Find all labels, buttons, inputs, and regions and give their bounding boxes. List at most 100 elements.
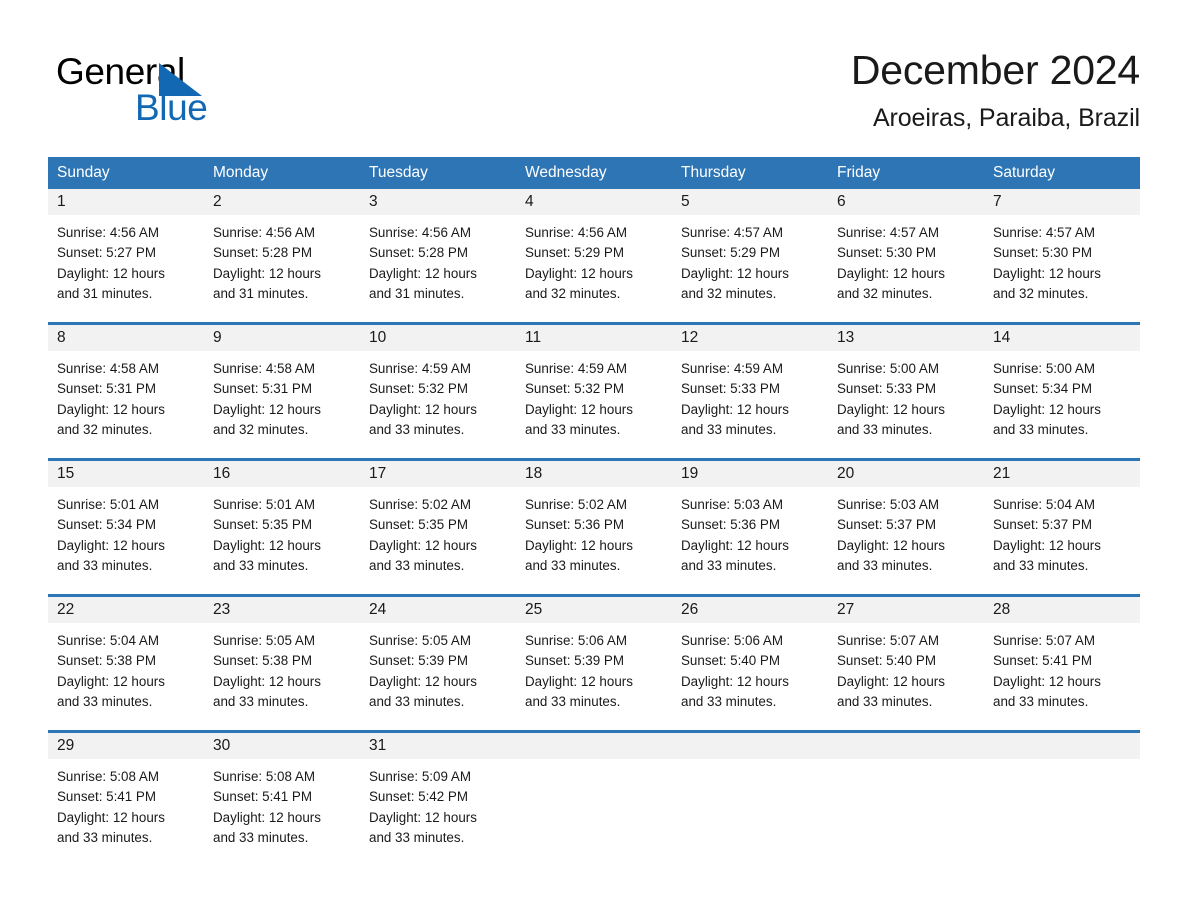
day-sunset-text: Sunset: 5:30 PM: [993, 245, 1092, 261]
day-sunset-text: Sunset: 5:29 PM: [681, 245, 780, 261]
day-sunrise-text: Sunrise: 4:56 AM: [213, 225, 315, 240]
weekday-header-wednesday: Wednesday: [525, 164, 607, 181]
calendar-grid: Sunday Monday Tuesday Wednesday Thursday Frid…: [48, 157, 1140, 866]
day-number[interactable]: 4: [516, 189, 672, 215]
day-number[interactable]: 17: [360, 461, 516, 487]
day-number[interactable]: 18: [516, 461, 672, 487]
day-cell[interactable]: Sunrise: 5:04 AM Sunset: 5:38 PM Daylight:…: [48, 623, 204, 730]
day-number[interactable]: 12: [672, 325, 828, 351]
day-number[interactable]: 23: [204, 597, 360, 623]
day-sunset-text: Sunset: 5:42 PM: [369, 789, 468, 805]
day-daylight-text: Daylight: 12 hours: [369, 265, 477, 281]
day-cell[interactable]: Sunrise: 4:59 AM Sunset: 5:32 PM Daylight:…: [360, 351, 516, 458]
day-number[interactable]: 2: [204, 189, 360, 215]
day-number[interactable]: 9: [204, 325, 360, 351]
day-daylight-text: Daylight: 12 hours: [57, 537, 165, 553]
day-daylight-text: and 31 minutes.: [213, 285, 309, 301]
day-number[interactable]: 16: [204, 461, 360, 487]
day-number[interactable]: 19: [672, 461, 828, 487]
day-daylight-text: Daylight: 12 hours: [681, 401, 789, 417]
day-daylight-text: and 33 minutes.: [837, 421, 933, 437]
day-cell[interactable]: Sunrise: 5:06 AM Sunset: 5:40 PM Daylight:…: [672, 623, 828, 730]
day-number[interactable]: 21: [984, 461, 1140, 487]
day-number[interactable]: 1: [48, 189, 204, 215]
day-sunset-text: Sunset: 5:31 PM: [213, 381, 312, 397]
day-cell[interactable]: Sunrise: 4:56 AM Sunset: 5:27 PM Daylight:…: [48, 215, 204, 322]
day-number[interactable]: 28: [984, 597, 1140, 623]
day-cell[interactable]: Sunrise: 4:56 AM Sunset: 5:29 PM Daylight:…: [516, 215, 672, 322]
day-sunrise-text: Sunrise: 5:03 AM: [837, 497, 939, 512]
day-number[interactable]: 27: [828, 597, 984, 623]
day-number[interactable]: 24: [360, 597, 516, 623]
day-cell[interactable]: Sunrise: 5:01 AM Sunset: 5:35 PM Daylight:…: [204, 487, 360, 594]
day-sunrise-text: Sunrise: 5:06 AM: [525, 633, 627, 648]
day-cell[interactable]: Sunrise: 5:03 AM Sunset: 5:36 PM Daylight:…: [672, 487, 828, 594]
day-cell[interactable]: Sunrise: 4:56 AM Sunset: 5:28 PM Daylight:…: [360, 215, 516, 322]
day-number[interactable]: 15: [48, 461, 204, 487]
calendar-week-row: 29 30 31 Sunrise: 5:08 AM Sunset: 5:41 PM Day…: [48, 730, 1140, 866]
day-number[interactable]: 5: [672, 189, 828, 215]
day-number[interactable]: 30: [204, 733, 360, 759]
day-number[interactable]: 3: [360, 189, 516, 215]
day-daylight-text: Daylight: 12 hours: [213, 265, 321, 281]
day-cell[interactable]: Sunrise: 5:08 AM Sunset: 5:41 PM Daylight:…: [204, 759, 360, 866]
day-number[interactable]: 11: [516, 325, 672, 351]
day-sunset-text: Sunset: 5:41 PM: [213, 789, 312, 805]
day-number[interactable]: 6: [828, 189, 984, 215]
day-sunset-text: Sunset: 5:40 PM: [837, 653, 936, 669]
day-cell[interactable]: Sunrise: 5:05 AM Sunset: 5:38 PM Daylight:…: [204, 623, 360, 730]
day-number[interactable]: 13: [828, 325, 984, 351]
day-cell[interactable]: Sunrise: 4:56 AM Sunset: 5:28 PM Daylight:…: [204, 215, 360, 322]
day-cell[interactable]: Sunrise: 5:04 AM Sunset: 5:37 PM Daylight:…: [984, 487, 1140, 594]
day-cell[interactable]: Sunrise: 5:05 AM Sunset: 5:39 PM Daylight:…: [360, 623, 516, 730]
day-cell[interactable]: Sunrise: 5:07 AM Sunset: 5:41 PM Daylight:…: [984, 623, 1140, 730]
day-daylight-text: and 33 minutes.: [369, 829, 465, 845]
day-cell[interactable]: Sunrise: 5:02 AM Sunset: 5:36 PM Daylight:…: [516, 487, 672, 594]
day-cell[interactable]: Sunrise: 4:57 AM Sunset: 5:29 PM Daylight:…: [672, 215, 828, 322]
day-number[interactable]: 8: [48, 325, 204, 351]
week-daynumber-row: 1234567: [48, 189, 1140, 215]
day-number[interactable]: 14: [984, 325, 1140, 351]
day-cell[interactable]: Sunrise: 5:00 AM Sunset: 5:34 PM Daylight:…: [984, 351, 1140, 458]
day-cell[interactable]: Sunrise: 4:58 AM Sunset: 5:31 PM Daylight:…: [204, 351, 360, 458]
day-daylight-text: and 33 minutes.: [213, 693, 309, 709]
day-cell[interactable]: Sunrise: 5:07 AM Sunset: 5:40 PM Daylight:…: [828, 623, 984, 730]
day-number[interactable]: 31: [360, 733, 516, 759]
day-cell[interactable]: Sunrise: 5:01 AM Sunset: 5:34 PM Daylight:…: [48, 487, 204, 594]
week-daynumber-row: 29 30 31: [48, 733, 1140, 759]
day-cell[interactable]: Sunrise: 5:06 AM Sunset: 5:39 PM Daylight:…: [516, 623, 672, 730]
day-sunset-text: Sunset: 5:39 PM: [369, 653, 468, 669]
day-sunset-text: Sunset: 5:36 PM: [681, 517, 780, 533]
day-cell[interactable]: Sunrise: 4:58 AM Sunset: 5:31 PM Daylight:…: [48, 351, 204, 458]
day-cell[interactable]: Sunrise: 5:00 AM Sunset: 5:33 PM Daylight:…: [828, 351, 984, 458]
day-cell[interactable]: Sunrise: 5:09 AM Sunset: 5:42 PM Daylight:…: [360, 759, 516, 866]
day-number[interactable]: 20: [828, 461, 984, 487]
day-sunset-text: Sunset: 5:39 PM: [525, 653, 624, 669]
day-cell[interactable]: Sunrise: 4:59 AM Sunset: 5:32 PM Daylight:…: [516, 351, 672, 458]
day-number[interactable]: 26: [672, 597, 828, 623]
day-sunrise-text: Sunrise: 4:59 AM: [681, 361, 783, 376]
day-cell[interactable]: Sunrise: 4:57 AM Sunset: 5:30 PM Daylight:…: [828, 215, 984, 322]
general-blue-logo[interactable]: General Blue: [56, 50, 316, 130]
day-sunset-text: Sunset: 5:41 PM: [57, 789, 156, 805]
day-daylight-text: Daylight: 12 hours: [525, 265, 633, 281]
day-number[interactable]: 22: [48, 597, 204, 623]
day-cell[interactable]: Sunrise: 4:59 AM Sunset: 5:33 PM Daylight:…: [672, 351, 828, 458]
day-number[interactable]: 29: [48, 733, 204, 759]
day-daylight-text: and 33 minutes.: [57, 829, 153, 845]
day-sunrise-text: Sunrise: 5:07 AM: [837, 633, 939, 648]
day-daylight-text: and 33 minutes.: [213, 557, 309, 573]
day-sunset-text: Sunset: 5:28 PM: [369, 245, 468, 261]
weekday-header-tuesday: Tuesday: [369, 164, 428, 181]
day-number[interactable]: 25: [516, 597, 672, 623]
day-sunrise-text: Sunrise: 5:05 AM: [369, 633, 471, 648]
weekday-header-friday: Friday: [837, 164, 881, 181]
day-daylight-text: and 32 minutes.: [837, 285, 933, 301]
day-cell[interactable]: Sunrise: 4:57 AM Sunset: 5:30 PM Daylight:…: [984, 215, 1140, 322]
day-number[interactable]: 10: [360, 325, 516, 351]
page-subtitle: Aroeiras, Paraiba, Brazil: [872, 104, 1140, 132]
day-cell[interactable]: Sunrise: 5:03 AM Sunset: 5:37 PM Daylight:…: [828, 487, 984, 594]
day-cell[interactable]: Sunrise: 5:02 AM Sunset: 5:35 PM Daylight:…: [360, 487, 516, 594]
day-cell[interactable]: Sunrise: 5:08 AM Sunset: 5:41 PM Daylight:…: [48, 759, 204, 866]
day-number[interactable]: 7: [984, 189, 1140, 215]
